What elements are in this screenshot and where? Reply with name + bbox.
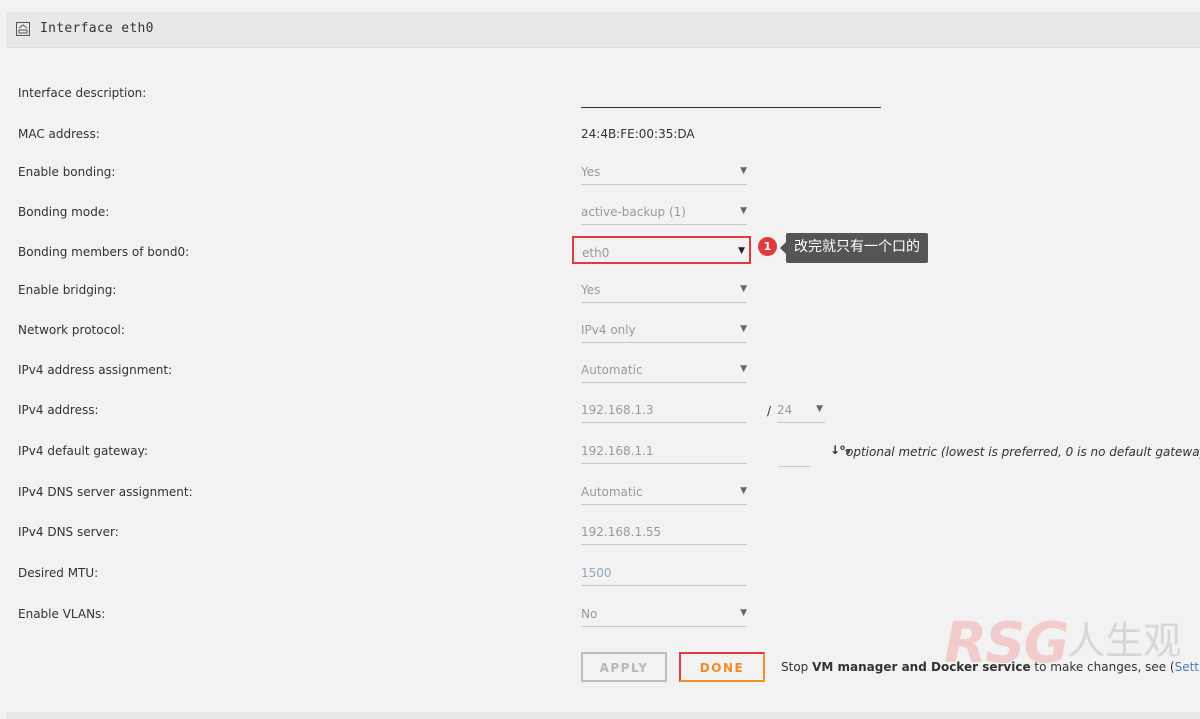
ipv4-assignment-select[interactable]: Automatic ▼ [581, 360, 747, 383]
label-ipv4-address: IPv4 address: [18, 403, 99, 417]
interface-description-input[interactable] [581, 107, 881, 108]
interface-icon [16, 22, 30, 36]
enable-bonding-select[interactable]: Yes ▼ [581, 162, 747, 185]
annotation-tooltip: 改完就只有一个口的 [780, 233, 928, 263]
ipv4-address-input[interactable]: 192.168.1.3 [581, 400, 747, 423]
apply-button[interactable]: APPLY [581, 652, 667, 682]
enable-vlans-value: No [581, 607, 598, 621]
chevron-down-icon: ▼ [740, 364, 747, 374]
gateway-metric-hint: optional metric (lowest is preferred, 0 … [846, 445, 1200, 459]
label-network-protocol: Network protocol: [18, 323, 125, 337]
annotation-badge: 1 [758, 237, 777, 256]
panel-footer [6, 712, 1200, 719]
page-title: Interface eth0 [40, 21, 154, 36]
label-mac-address: MAC address: [18, 127, 100, 141]
chevron-down-icon: ▼ [740, 284, 747, 294]
watermark-logo: RSG人生观 [944, 610, 1181, 680]
chevron-down-icon: ▼ [738, 246, 745, 256]
chevron-down-icon: ▼ [816, 404, 823, 414]
label-desired-mtu: Desired MTU: [18, 566, 99, 580]
chevron-down-icon: ▼ [740, 486, 747, 496]
desired-mtu-value: 1500 [581, 566, 612, 580]
label-bonding-members: Bonding members of bond0: [18, 245, 190, 259]
panel-header: Interface eth0 [6, 12, 1200, 48]
note-prefix: Stop [781, 660, 813, 674]
ipv4-gateway-value: 192.168.1.1 [581, 444, 654, 458]
watermark-cn: 人生观 [1067, 619, 1182, 663]
bonding-members-select[interactable]: eth0 ▼ [572, 236, 751, 264]
ipv4-dns-server-value: 192.168.1.55 [581, 525, 662, 539]
label-enable-bridging: Enable bridging: [18, 283, 117, 297]
chevron-down-icon: ▼ [740, 166, 747, 176]
enable-vlans-select[interactable]: No ▼ [581, 604, 747, 627]
bonding-members-value: eth0 [582, 246, 610, 260]
ipv4-address-value: 192.168.1.3 [581, 403, 654, 417]
ipv4-prefix-value: 24 [777, 403, 793, 417]
ipv4-gateway-input[interactable]: 192.168.1.1 [581, 441, 747, 464]
bonding-mode-value: active-backup (1) [581, 205, 686, 219]
label-ipv4-dns-server: IPv4 DNS server: [18, 525, 119, 539]
label-ipv4-gateway: IPv4 default gateway: [18, 444, 148, 458]
enable-bridging-select[interactable]: Yes ▼ [581, 280, 747, 303]
bonding-mode-select[interactable]: active-backup (1) ▼ [581, 202, 747, 225]
watermark-brand: RSG [944, 611, 1069, 676]
enable-bonding-value: Yes [581, 165, 601, 179]
mac-address-value: 24:4B:FE:00:35:DA [581, 127, 695, 141]
chevron-down-icon: ▼ [740, 206, 747, 216]
prefix-separator: / [767, 404, 772, 418]
gateway-metric-input[interactable] [779, 444, 811, 467]
ipv4-dns-server-input[interactable]: 192.168.1.55 [581, 522, 747, 545]
enable-bridging-value: Yes [581, 283, 601, 297]
done-button[interactable]: DONE [679, 652, 765, 682]
label-enable-vlans: Enable VLANs: [18, 607, 106, 621]
network-protocol-select[interactable]: IPv4 only ▼ [581, 320, 747, 343]
label-enable-bonding: Enable bonding: [18, 165, 116, 179]
ipv4-assignment-value: Automatic [581, 363, 643, 377]
desired-mtu-input[interactable]: 1500 [581, 563, 747, 586]
label-bonding-mode: Bonding mode: [18, 205, 110, 219]
label-interface-description: Interface description: [18, 86, 147, 100]
ipv4-dns-assignment-value: Automatic [581, 485, 643, 499]
chevron-down-icon: ▼ [740, 324, 747, 334]
network-protocol-value: IPv4 only [581, 323, 636, 337]
ipv4-dns-assignment-select[interactable]: Automatic ▼ [581, 482, 747, 505]
chevron-down-icon: ▼ [740, 608, 747, 618]
label-ipv4-dns-assignment: IPv4 DNS server assignment: [18, 485, 193, 499]
ipv4-prefix-select[interactable]: 24 ▼ [777, 400, 825, 423]
label-ipv4-assignment: IPv4 address assignment: [18, 363, 173, 377]
